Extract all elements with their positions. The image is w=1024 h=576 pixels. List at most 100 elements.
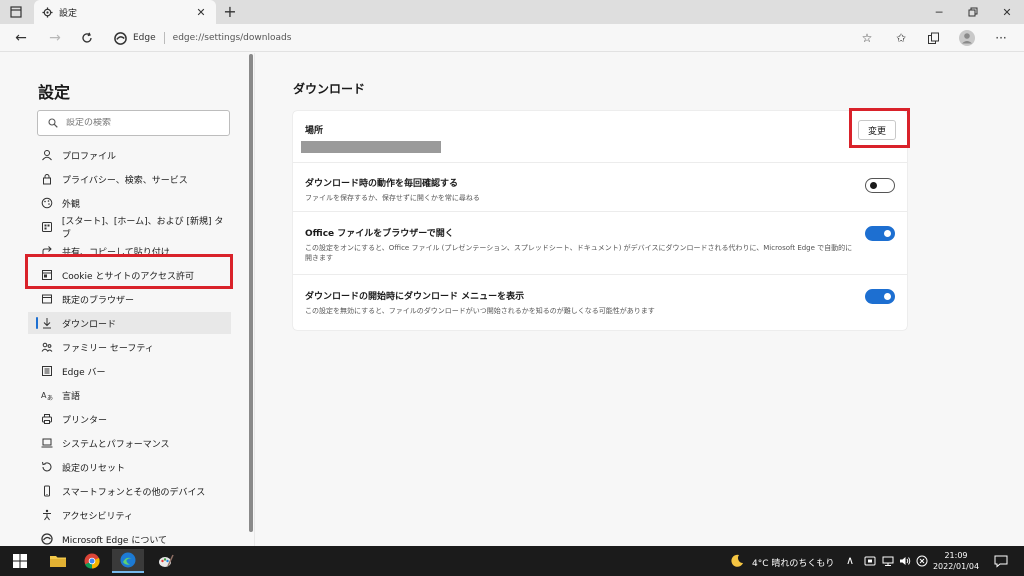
sidebar-item-label: システムとパフォーマンス	[62, 439, 170, 450]
page-title: ダウンロード	[293, 82, 366, 96]
close-tab-icon[interactable]: ✕	[194, 6, 208, 19]
new-tab-button[interactable]: +	[220, 2, 240, 22]
favorite-star-icon[interactable]: ☆	[856, 28, 878, 48]
forward-button[interactable]: →	[44, 28, 66, 48]
sidebar-item-start-home-newtab[interactable]: [スタート]、[ホーム]、および [新規] タブ	[40, 216, 230, 240]
sidebar-title: 設定	[38, 83, 71, 102]
office-files-toggle[interactable]	[865, 226, 895, 241]
back-button[interactable]: ←	[10, 28, 32, 48]
weather-moon-icon	[731, 554, 743, 567]
profile-avatar[interactable]	[956, 28, 978, 48]
taskbar-file-explorer[interactable]	[42, 549, 74, 573]
notification-icon[interactable]	[994, 554, 1008, 568]
downloads-settings-card: 場所 変更 ダウンロード時の動作を毎回確認する ファイルを保存するか、保存せずに…	[293, 111, 907, 330]
sidebar-item-printers[interactable]: プリンター	[40, 408, 230, 430]
sidebar-item-label: ファミリー セーフティ	[62, 343, 154, 354]
clock-time: 21:09	[944, 551, 968, 560]
edge-bar-icon	[40, 364, 54, 378]
avatar-icon	[959, 30, 975, 46]
ask-download-label: ダウンロード時の動作を毎回確認する	[305, 179, 459, 189]
minimize-button[interactable]: ─	[922, 0, 956, 24]
tab-actions-button[interactable]	[4, 2, 28, 22]
profile-icon	[40, 148, 54, 162]
download-menu-desc: この設定を無効にすると、ファイルのダウンロードがいつ開始されるかを知るのが難しく…	[305, 307, 655, 315]
location-label: 場所	[305, 126, 324, 136]
sidebar-item-system-performance[interactable]: システムとパフォーマンス	[40, 432, 230, 454]
sidebar-item-label: ダウンロード	[62, 319, 117, 330]
more-options-icon[interactable]: ···	[990, 28, 1012, 48]
location-row: 場所 変更	[293, 111, 907, 163]
family-icon	[40, 340, 54, 354]
restore-icon	[968, 7, 978, 17]
url-text[interactable]: edge://settings/downloads	[173, 33, 292, 43]
sidebar-item-label: Edge バー	[62, 367, 106, 378]
sidebar-item-appearance[interactable]: 外観	[40, 192, 230, 214]
settings-search[interactable]	[37, 110, 230, 136]
start-icon	[40, 220, 54, 234]
ask-download-toggle[interactable]	[865, 178, 895, 193]
edge-icon	[40, 532, 54, 546]
system-clock[interactable]: 21:09 2022/01/04	[926, 550, 986, 572]
sidebar-item-phone-devices[interactable]: スマートフォンとその他のデバイス	[40, 480, 230, 502]
ask-download-desc: ファイルを保存するか、保存せずに開くかを常に尋ねる	[305, 194, 480, 202]
weather-text[interactable]: 4°C 晴れのちくもり	[752, 556, 834, 569]
sidebar-item-about-edge[interactable]: Microsoft Edge について	[40, 528, 230, 546]
accessibility-icon	[40, 508, 54, 522]
phone-icon	[40, 484, 54, 498]
browser-toolbar: ← → Edge edge://settings/downloads ☆ ✩ ·…	[0, 24, 1024, 52]
sidebar-item-accessibility[interactable]: アクセシビリティ	[40, 504, 230, 526]
address-bar[interactable]: Edge edge://settings/downloads	[108, 26, 884, 50]
office-files-label: Office ファイルをブラウザーで開く	[305, 229, 454, 239]
network-icon[interactable]	[882, 555, 894, 567]
sidebar-item-label: アクセシビリティ	[62, 511, 134, 522]
collections-icon[interactable]	[922, 28, 944, 48]
taskbar-edge[interactable]	[112, 549, 144, 573]
sidebar-item-downloads[interactable]: ダウンロード	[28, 312, 231, 334]
taskbar-paint[interactable]	[150, 549, 182, 573]
printer-icon	[40, 412, 54, 426]
settings-sidebar: 設定 プロファイル プライバシー、検索、サービス 外観 [スタート]、[ホーム]…	[0, 53, 255, 546]
tab-settings[interactable]: 設定 ✕	[34, 0, 216, 24]
svg-text:あ: あ	[47, 395, 53, 401]
start-button[interactable]	[4, 549, 36, 573]
download-menu-row: ダウンロードの開始時にダウンロード メニューを表示 この設定を無効にすると、ファ…	[293, 275, 907, 330]
favorites-icon[interactable]: ✩	[890, 28, 912, 48]
sidebar-item-reset[interactable]: 設定のリセット	[40, 456, 230, 478]
tab-actions-icon	[10, 6, 22, 18]
close-window-button[interactable]: ✕	[990, 0, 1024, 24]
sidebar-item-languages[interactable]: Aあ 言語	[40, 384, 230, 406]
gear-icon	[42, 6, 53, 18]
windows-logo-icon	[13, 554, 27, 568]
sidebar-item-label: 設定のリセット	[62, 463, 126, 474]
sidebar-item-family-safety[interactable]: ファミリー セーフティ	[40, 336, 230, 358]
downloads-highlight-box	[25, 254, 233, 289]
lock-icon	[40, 172, 54, 186]
browser-icon	[40, 292, 54, 306]
download-icon	[40, 316, 54, 330]
show-hidden-icons-icon[interactable]: ∧	[846, 554, 854, 567]
sidebar-item-label: Microsoft Edge について	[62, 535, 168, 546]
reset-icon	[40, 460, 54, 474]
sidebar-item-edge-bar[interactable]: Edge バー	[40, 360, 230, 382]
sidebar-item-profile[interactable]: プロファイル	[40, 144, 230, 166]
refresh-button[interactable]	[76, 28, 98, 48]
restore-button[interactable]	[956, 0, 990, 24]
paint-icon	[159, 554, 174, 567]
sidebar-item-default-browser[interactable]: 既定のブラウザー	[40, 288, 230, 310]
sidebar-item-label: 既定のブラウザー	[62, 295, 135, 306]
tray-app-icon[interactable]	[864, 555, 876, 567]
taskbar-chrome[interactable]	[76, 549, 108, 573]
office-files-desc: この設定をオンにすると、Office ファイル (プレゼンテーション、スプレッド…	[305, 244, 853, 262]
volume-icon[interactable]	[899, 555, 911, 567]
address-source-label: Edge	[133, 33, 156, 43]
language-icon: Aあ	[40, 388, 54, 402]
sidebar-scrollbar[interactable]	[249, 54, 253, 532]
search-input[interactable]	[66, 118, 216, 128]
appearance-icon	[40, 196, 54, 210]
edge-logo-icon	[114, 31, 127, 45]
tab-strip: 設定 ✕ + ─ ✕	[0, 0, 1024, 24]
sidebar-item-privacy[interactable]: プライバシー、検索、サービス	[40, 168, 230, 190]
search-icon	[48, 118, 58, 128]
download-menu-toggle[interactable]	[865, 289, 895, 304]
sidebar-item-label: [スタート]、[ホーム]、および [新規] タブ	[61, 217, 224, 240]
